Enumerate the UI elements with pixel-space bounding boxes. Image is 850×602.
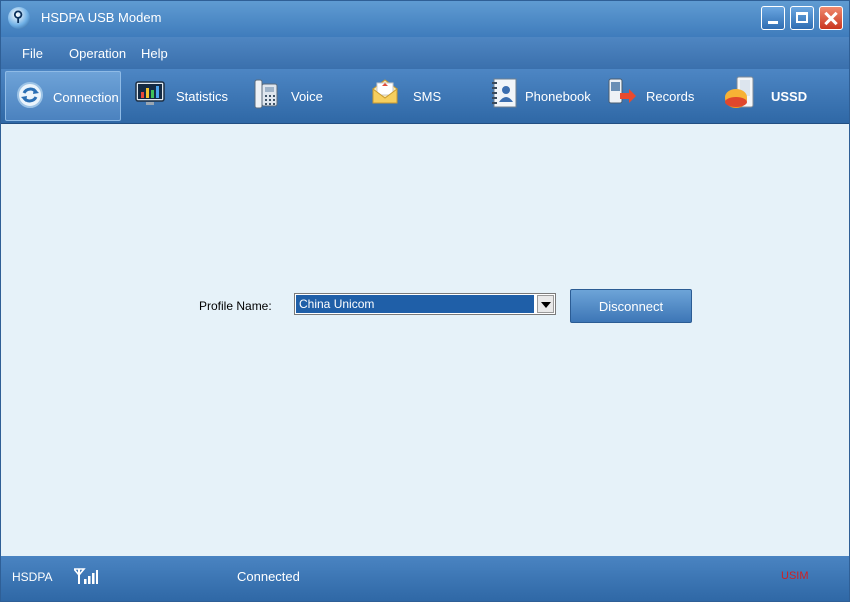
- connection-panel: Profile Name: China Unicom Disconnect: [1, 124, 849, 556]
- close-icon: [820, 7, 842, 29]
- window-title: HSDPA USB Modem: [41, 10, 162, 25]
- connection-status: Connected: [237, 569, 300, 584]
- menu-file[interactable]: File: [22, 46, 43, 61]
- menu-bar: File Operation Help: [1, 37, 849, 69]
- ussd-icon: [725, 76, 754, 108]
- menu-operation[interactable]: Operation: [69, 46, 126, 61]
- profile-select[interactable]: China Unicom: [294, 293, 556, 315]
- app-logo-icon: ⚲: [8, 7, 30, 29]
- close-button[interactable]: [819, 6, 843, 30]
- minimize-icon: [762, 7, 784, 29]
- envelope-icon: [372, 79, 398, 104]
- tab-records[interactable]: Records: [605, 71, 705, 121]
- tab-records-label: Records: [646, 89, 695, 104]
- toolbar: Connection Statistics Voice SMS Phoneboo…: [1, 69, 849, 124]
- disconnect-button[interactable]: Disconnect: [570, 289, 692, 323]
- profile-select-value: China Unicom: [296, 295, 534, 313]
- signal-strength-icon: [74, 568, 98, 584]
- profile-name-label: Profile Name:: [199, 299, 272, 313]
- phone-icon: [254, 79, 278, 109]
- sim-status: USIM: [781, 570, 809, 582]
- chevron-down-icon: [541, 302, 551, 308]
- contact-book-icon: [492, 78, 517, 108]
- status-bar: HSDPA Connected USIM: [1, 556, 849, 601]
- tab-voice-label: Voice: [291, 89, 323, 104]
- tab-phonebook[interactable]: Phonebook: [487, 71, 599, 121]
- tab-phonebook-label: Phonebook: [525, 89, 591, 104]
- menu-help[interactable]: Help: [141, 46, 168, 61]
- tab-ussd-label: USSD: [771, 89, 808, 104]
- connection-icon: [17, 82, 43, 108]
- tab-statistics[interactable]: Statistics: [129, 71, 239, 121]
- records-icon: [608, 78, 636, 104]
- tab-sms-label: SMS: [413, 89, 442, 104]
- minimize-button[interactable]: [761, 6, 785, 30]
- statistics-monitor-icon: [135, 81, 165, 105]
- title-bar[interactable]: ⚲ HSDPA USB Modem: [1, 1, 849, 37]
- tab-statistics-label: Statistics: [176, 89, 229, 104]
- tab-connection-label: Connection: [53, 90, 119, 105]
- dropdown-arrow-button[interactable]: [537, 295, 554, 313]
- tab-sms[interactable]: SMS: [367, 71, 467, 121]
- tab-ussd[interactable]: USSD: [721, 71, 831, 121]
- maximize-button[interactable]: [790, 6, 814, 30]
- app-window: ⚲ HSDPA USB Modem File Operation Help Co…: [0, 0, 850, 602]
- network-type: HSDPA: [12, 570, 53, 584]
- tab-voice[interactable]: Voice: [249, 71, 349, 121]
- maximize-icon: [791, 7, 813, 29]
- tab-connection[interactable]: Connection: [5, 71, 121, 121]
